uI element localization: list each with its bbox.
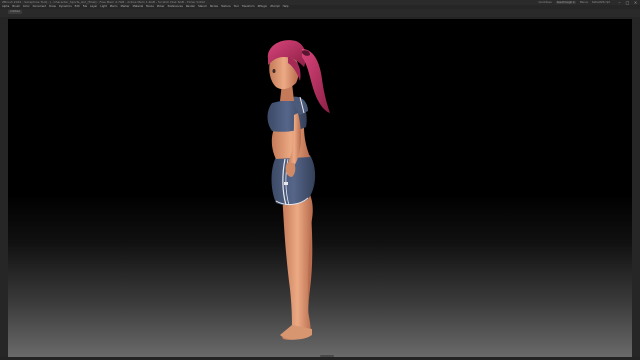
maximize-icon[interactable]: □ xyxy=(625,0,630,5)
midriff xyxy=(271,127,310,159)
left-tray[interactable] xyxy=(0,17,8,360)
shorts-logo xyxy=(284,182,288,185)
front-leg xyxy=(282,191,313,340)
ponytail xyxy=(302,49,330,113)
document-tab[interactable]: Untitled xyxy=(8,10,22,14)
character-model xyxy=(267,40,330,340)
minimize-icon[interactable]: – xyxy=(617,0,622,5)
close-icon[interactable]: × xyxy=(633,0,638,5)
eye xyxy=(272,69,276,73)
right-tray[interactable] xyxy=(632,17,640,360)
viewport-canvas[interactable] xyxy=(8,19,632,357)
see-through-slider[interactable]: See-through 0 xyxy=(555,1,576,4)
